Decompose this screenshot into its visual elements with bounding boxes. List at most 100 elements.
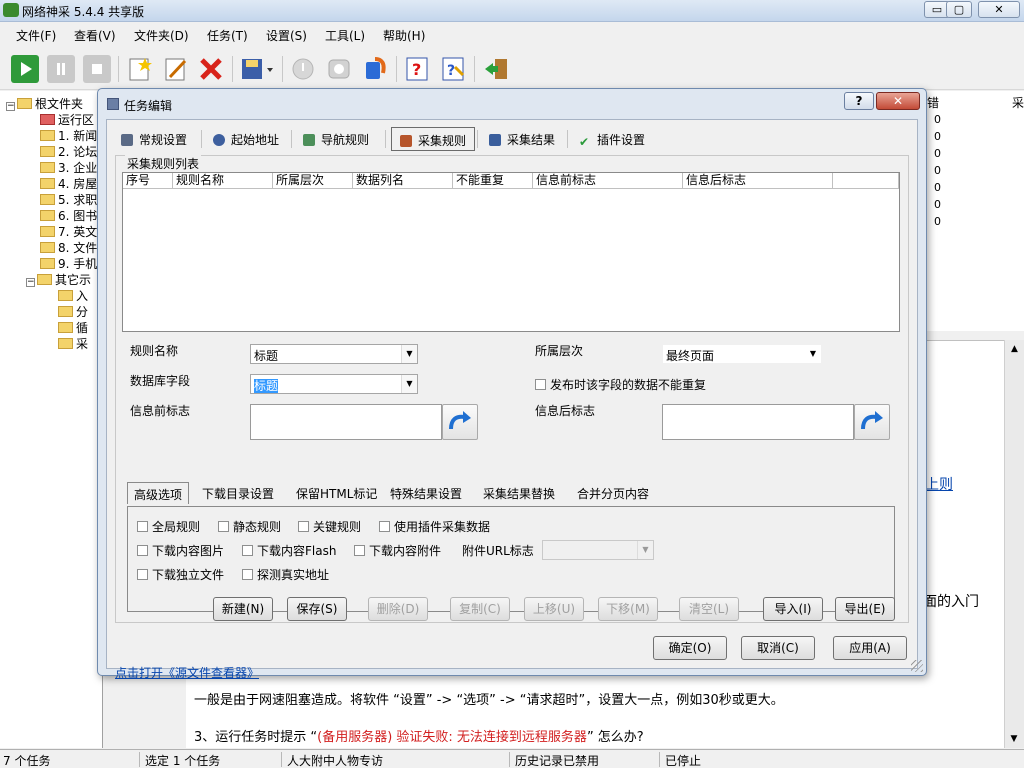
menu-file[interactable]: 文件(F) [16,27,56,44]
server-icon[interactable] [325,55,353,83]
detect-real-url-checkbox[interactable]: 探测真实地址 [242,566,329,583]
tree-item[interactable]: 5. 求职 [40,191,97,207]
move-down-button[interactable]: 下移(M) [598,597,658,621]
menu-settings[interactable]: 设置(S) [266,27,307,44]
save-icon[interactable] [239,55,275,83]
tree-item[interactable]: 入 [58,287,88,303]
column-header[interactable]: 数据列名 [353,173,453,189]
subtab-keep-html[interactable]: 保留HTML标记 [290,482,383,504]
after-marker-input[interactable] [662,404,854,440]
download-images-checkbox[interactable]: 下载内容图片 [137,542,224,559]
maximize-button[interactable]: ▢ [946,1,972,18]
subtab-merge-pages[interactable]: 合并分页内容 [571,482,655,504]
rule-name-combo[interactable]: 标题 ▼ [250,344,418,364]
plugin-icon[interactable] [361,55,389,83]
subtab-download-dir[interactable]: 下载目录设置 [196,482,280,504]
copy-button[interactable]: 复制(C) [450,597,510,621]
help-icon[interactable]: ? [403,55,431,83]
level-combo[interactable]: 最终页面 ▼ [662,344,822,364]
chevron-down-icon[interactable]: ▼ [401,375,417,393]
stop-icon[interactable] [83,55,111,83]
tab-nav-rules[interactable]: 导航规则 [295,127,377,151]
subtab-special-results[interactable]: 特殊结果设置 [384,482,468,504]
tree-item-other[interactable]: − 其它示 [26,271,91,287]
before-marker-pick-button[interactable] [442,404,478,440]
move-up-button[interactable]: 上移(U) [524,597,584,621]
tab-general[interactable]: 常规设置 [113,127,195,151]
tree-item[interactable]: 6. 图书 [40,207,97,223]
tree-item[interactable]: 分 [58,303,88,319]
menu-view[interactable]: 查看(V) [74,27,116,44]
chevron-down-icon[interactable]: ▼ [401,345,417,363]
use-plugin-checkbox[interactable]: 使用插件采集数据 [379,518,490,535]
column-header[interactable]: 序号 [123,173,173,189]
column-header[interactable]: 规则名称 [173,173,273,189]
menu-task[interactable]: 任务(T) [207,27,248,44]
pause-icon[interactable] [47,55,75,83]
ok-button[interactable]: 确定(O) [653,636,727,660]
menu-help[interactable]: 帮助(H) [383,27,425,44]
column-header[interactable]: 信息前标志 [533,173,683,189]
tab-start-url[interactable]: 起始地址 [205,127,287,151]
save-button[interactable]: 保存(S) [287,597,347,621]
column-header[interactable]: 不能重复 [453,173,533,189]
static-rule-checkbox[interactable]: 静态规则 [218,518,281,535]
db-field-combo[interactable]: 标题 ▼ [250,374,418,394]
tree-item[interactable]: 循 [58,319,88,335]
export-button[interactable]: 导出(E) [835,597,895,621]
rule-list-table[interactable]: 序号 规则名称 所属层次 数据列名 不能重复 信息前标志 信息后标志 [122,172,900,332]
vertical-scrollbar[interactable]: ▲ ▼ [1004,340,1024,748]
subtab-replace-results[interactable]: 采集结果替换 [477,482,561,504]
download-flash-checkbox[interactable]: 下载内容Flash [242,542,336,559]
edit-task-icon[interactable] [161,55,189,83]
tree-item[interactable]: 9. 手机 [40,255,97,271]
after-marker-pick-button[interactable] [854,404,890,440]
apply-button[interactable]: 应用(A) [833,636,907,660]
menu-tools[interactable]: 工具(L) [325,27,365,44]
column-header[interactable]: 信息后标志 [683,173,833,189]
chevron-down-icon[interactable]: ▼ [637,541,653,559]
new-task-icon[interactable] [125,55,153,83]
no-repeat-checkbox[interactable]: 发布时该字段的数据不能重复 [535,376,706,393]
download-attachments-checkbox[interactable]: 下载内容附件 [354,542,441,559]
close-button[interactable]: ✕ [978,1,1020,18]
column-header[interactable]: 所属层次 [273,173,353,189]
tree-item[interactable]: 运行区 [40,111,94,127]
scroll-down-icon[interactable]: ▼ [1005,734,1023,744]
exit-icon[interactable] [482,55,510,83]
global-rule-checkbox[interactable]: 全局规则 [137,518,200,535]
tree-item[interactable]: 2. 论坛 [40,143,97,159]
clear-button[interactable]: 清空(L) [679,597,739,621]
key-rule-checkbox[interactable]: 关键规则 [298,518,361,535]
tree-item[interactable]: 1. 新闻 [40,127,97,143]
scroll-up-icon[interactable]: ▲ [1005,344,1024,354]
column-header[interactable]: 错 [927,94,939,110]
tab-collect-rules[interactable]: 采集规则 [391,127,476,151]
tree-item[interactable]: 3. 企业 [40,159,97,175]
subtab-advanced[interactable]: 高级选项 [127,482,190,504]
tab-plugins[interactable]: ✔ 插件设置 [571,127,653,151]
start-icon[interactable] [11,55,39,83]
before-marker-input[interactable] [250,404,442,440]
import-button[interactable]: 导入(I) [763,597,823,621]
delete-button[interactable]: 删除(D) [368,597,428,621]
dialog-help-button[interactable]: ? [844,92,874,110]
download-files-checkbox[interactable]: 下载独立文件 [137,566,224,583]
attach-url-combo[interactable]: ▼ [542,540,654,560]
source-viewer-link[interactable]: 点击打开《源文件查看器》 [115,664,259,681]
resize-grip[interactable] [911,660,923,672]
menu-folder[interactable]: 文件夹(D) [134,27,189,44]
tree-item[interactable]: 7. 英文 [40,223,97,239]
chevron-down-icon[interactable]: ▼ [805,345,821,363]
tab-results[interactable]: 采集结果 [481,127,563,151]
new-button[interactable]: 新建(N) [213,597,273,621]
disabled-icon[interactable] [289,55,317,83]
cancel-button[interactable]: 取消(C) [741,636,815,660]
tree-item[interactable]: 8. 文件 [40,239,97,255]
delete-task-icon[interactable] [197,55,225,83]
tree-item[interactable]: 采 [58,335,88,351]
wizard-icon[interactable]: ? [439,55,467,83]
content-link[interactable]: 上则 [925,474,953,494]
tree-root[interactable]: − 根文件夹 [6,95,83,111]
column-header[interactable]: 采 [1012,94,1024,110]
